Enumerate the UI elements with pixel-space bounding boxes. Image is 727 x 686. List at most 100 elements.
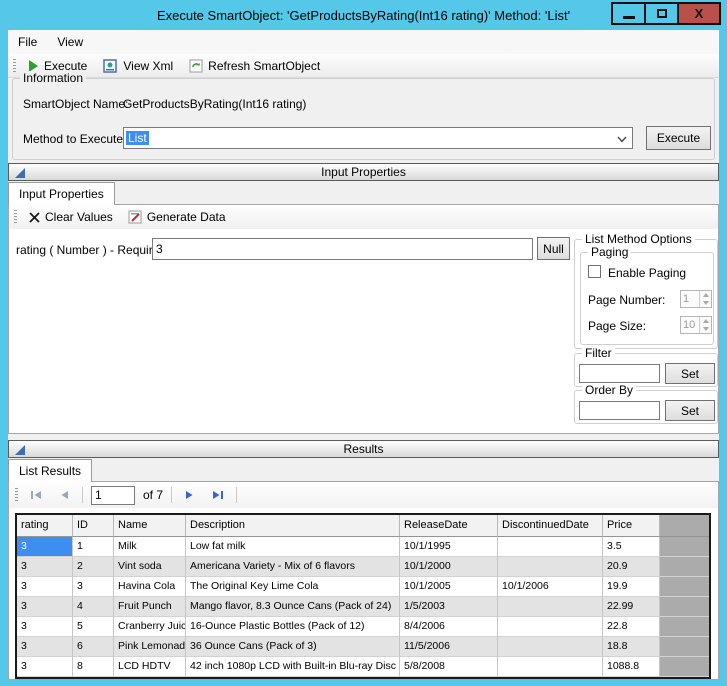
- toolbar-grip[interactable]: [13, 59, 16, 73]
- grid-cell[interactable]: 6: [73, 637, 114, 657]
- table-row[interactable]: 38LCD HDTV42 inch 1080p LCD with Built-i…: [17, 657, 709, 677]
- current-page-input[interactable]: [91, 486, 135, 505]
- input-properties-section-header[interactable]: Input Properties: [8, 163, 719, 181]
- order-by-set-button[interactable]: Set: [665, 400, 715, 421]
- grid-cell[interactable]: 22.8: [603, 617, 660, 637]
- grid-cell[interactable]: [498, 537, 603, 557]
- grid-cell[interactable]: 1/5/2003: [400, 597, 498, 617]
- generate-data-button[interactable]: Generate Data: [125, 208, 229, 226]
- grid-cell[interactable]: 3: [17, 577, 73, 597]
- grid-cell[interactable]: 3: [17, 617, 73, 637]
- grid-cell[interactable]: Low fat milk: [186, 537, 400, 557]
- grid-cell[interactable]: 10/1/2006: [498, 577, 603, 597]
- grid-cell[interactable]: [498, 597, 603, 617]
- filter-input[interactable]: [579, 364, 660, 383]
- null-button[interactable]: Null: [537, 237, 570, 260]
- grid-cell[interactable]: [498, 617, 603, 637]
- tab-input-properties[interactable]: Input Properties: [8, 182, 115, 205]
- grid-cell[interactable]: 16-Ounce Plastic Bottles (Pack of 12): [186, 617, 400, 637]
- grid-cell[interactable]: Fruit Punch: [114, 597, 186, 617]
- previous-page-button[interactable]: [54, 486, 74, 504]
- enable-paging-checkbox[interactable]: [588, 265, 601, 278]
- next-page-button[interactable]: [180, 486, 200, 504]
- grid-cell[interactable]: 1088.8: [603, 657, 660, 677]
- column-header[interactable]: Description: [186, 515, 400, 537]
- grid-cell[interactable]: 1: [73, 537, 114, 557]
- view-xml-button[interactable]: View Xml: [100, 57, 176, 75]
- spinner-down-icon[interactable]: [700, 299, 711, 307]
- grid-cell[interactable]: 19.9: [603, 577, 660, 597]
- column-header[interactable]: ReleaseDate: [400, 515, 498, 537]
- grid-cell[interactable]: [498, 657, 603, 677]
- tab-list-results[interactable]: List Results: [8, 459, 92, 482]
- rating-input[interactable]: [152, 238, 533, 260]
- grid-cell[interactable]: 3: [73, 577, 114, 597]
- grid-cell[interactable]: 22.99: [603, 597, 660, 617]
- menu-file[interactable]: File: [8, 31, 47, 53]
- table-row[interactable]: 31MilkLow fat milk10/1/1995 3.5: [17, 537, 709, 557]
- toolbar-grip[interactable]: [14, 210, 17, 224]
- spinner-down-icon[interactable]: [700, 325, 711, 333]
- order-by-input[interactable]: [579, 401, 660, 420]
- column-header[interactable]: Price: [603, 515, 660, 537]
- minimize-button[interactable]: [611, 2, 646, 25]
- column-header[interactable]: ID: [73, 515, 114, 537]
- grid-cell[interactable]: 10/1/1995: [400, 537, 498, 557]
- grid-cell[interactable]: [498, 637, 603, 657]
- table-row[interactable]: 33Havina ColaThe Original Key Lime Cola1…: [17, 577, 709, 597]
- spinner-up-icon[interactable]: [700, 291, 711, 299]
- grid-cell[interactable]: Cranberry Juice: [114, 617, 186, 637]
- grid-cell[interactable]: 42 inch 1080p LCD with Built-in Blu-ray …: [186, 657, 400, 677]
- grid-cell[interactable]: 3: [17, 637, 73, 657]
- grid-cell[interactable]: LCD HDTV: [114, 657, 186, 677]
- refresh-smartobject-button[interactable]: Refresh SmartObject: [186, 57, 323, 75]
- grid-cell[interactable]: 4: [73, 597, 114, 617]
- close-button[interactable]: X: [677, 2, 721, 25]
- table-row[interactable]: 35Cranberry Juice16-Ounce Plastic Bottle…: [17, 617, 709, 637]
- grid-cell[interactable]: 3: [17, 537, 73, 557]
- grid-cell[interactable]: 5/8/2008: [400, 657, 498, 677]
- grid-cell[interactable]: The Original Key Lime Cola: [186, 577, 400, 597]
- grid-cell[interactable]: 18.8: [603, 637, 660, 657]
- grid-cell[interactable]: 8/4/2006: [400, 617, 498, 637]
- column-header[interactable]: Name: [114, 515, 186, 537]
- filter-set-button[interactable]: Set: [665, 363, 715, 384]
- grid-cell[interactable]: [498, 557, 603, 577]
- grid-cell[interactable]: 8: [73, 657, 114, 677]
- grid-cell[interactable]: Milk: [114, 537, 186, 557]
- grid-cell[interactable]: Pink Lemonade: [114, 637, 186, 657]
- last-page-button[interactable]: [208, 486, 228, 504]
- table-row[interactable]: 32Vint sodaAmericana Variety - Mix of 6 …: [17, 557, 709, 577]
- title-bar[interactable]: Execute SmartObject: 'GetProductsByRatin…: [0, 0, 727, 30]
- grid-cell[interactable]: 5: [73, 617, 114, 637]
- column-header[interactable]: DiscontinuedDate: [498, 515, 603, 537]
- method-combobox[interactable]: List: [123, 127, 633, 149]
- grid-cell[interactable]: 2: [73, 557, 114, 577]
- grid-cell[interactable]: 20.9: [603, 557, 660, 577]
- grid-cell[interactable]: 36 Ounce Cans (Pack of 3): [186, 637, 400, 657]
- first-page-button[interactable]: [26, 486, 46, 504]
- grid-cell[interactable]: 3: [17, 597, 73, 617]
- grid-cell[interactable]: 10/1/2000: [400, 557, 498, 577]
- table-row[interactable]: 36Pink Lemonade36 Ounce Cans (Pack of 3)…: [17, 637, 709, 657]
- toolbar-grip[interactable]: [15, 488, 18, 502]
- spinner-up-icon[interactable]: [700, 317, 711, 325]
- results-section-header[interactable]: Results: [8, 440, 719, 458]
- grid-cell[interactable]: 11/5/2006: [400, 637, 498, 657]
- grid-cell[interactable]: 3.5: [603, 537, 660, 557]
- page-size-spinner[interactable]: [680, 316, 712, 334]
- grid-cell[interactable]: 3: [17, 657, 73, 677]
- table-row[interactable]: 34Fruit PunchMango flavor, 8.3 Ounce Can…: [17, 597, 709, 617]
- grid-cell[interactable]: Havina Cola: [114, 577, 186, 597]
- grid-cell[interactable]: 10/1/2005: [400, 577, 498, 597]
- grid-cell[interactable]: Vint soda: [114, 557, 186, 577]
- maximize-button[interactable]: [644, 2, 679, 25]
- column-header[interactable]: rating: [17, 515, 73, 537]
- execute-method-button[interactable]: Execute: [646, 126, 711, 150]
- grid-cell[interactable]: 3: [17, 557, 73, 577]
- menu-view[interactable]: View: [47, 31, 93, 53]
- page-number-spinner[interactable]: [680, 290, 712, 308]
- clear-values-button[interactable]: Clear Values: [26, 208, 116, 226]
- grid-cell[interactable]: Mango flavor, 8.3 Ounce Cans (Pack of 24…: [186, 597, 400, 617]
- grid-cell[interactable]: Americana Variety - Mix of 6 flavors: [186, 557, 400, 577]
